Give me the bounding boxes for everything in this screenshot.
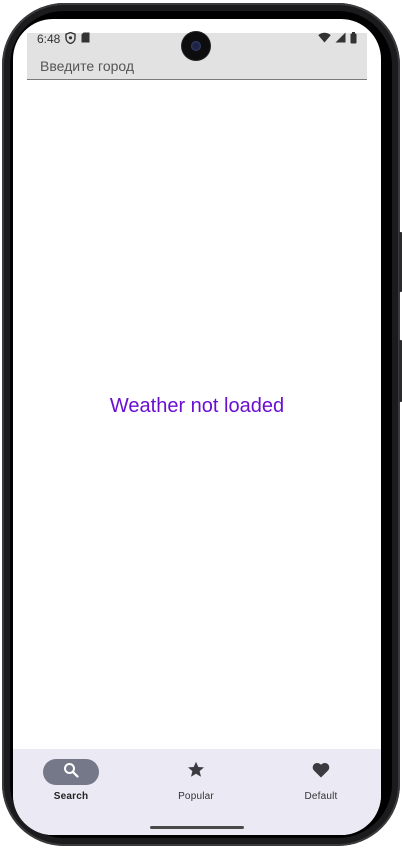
heart-icon — [312, 762, 330, 783]
nav-icon-container — [168, 759, 224, 785]
gesture-handle[interactable] — [150, 826, 244, 829]
app-screen: 6:48 Weather not l — [13, 19, 381, 835]
phone-device: 6:48 Weather not l — [0, 0, 402, 848]
nav-icon-container — [293, 759, 349, 785]
status-time: 6:48 — [37, 32, 61, 46]
nav-item-search[interactable]: Search — [26, 759, 116, 809]
battery-icon — [350, 31, 357, 47]
nav-active-indicator — [43, 759, 99, 785]
nav-label-default: Default — [304, 791, 338, 802]
bottom-navigation: Search Popular Default — [13, 749, 381, 835]
nav-label-search: Search — [53, 791, 89, 802]
weather-status-message: Weather not loaded — [109, 395, 285, 417]
nav-item-default[interactable]: Default — [276, 759, 366, 809]
sd-card-icon — [81, 32, 90, 46]
shield-icon — [65, 31, 77, 47]
front-camera — [182, 32, 210, 60]
wifi-icon — [318, 32, 331, 46]
star-icon — [187, 761, 205, 783]
status-right — [318, 31, 357, 47]
nav-label-popular: Popular — [178, 791, 214, 802]
status-left: 6:48 — [37, 31, 90, 47]
signal-icon — [335, 32, 346, 46]
nav-item-popular[interactable]: Popular — [151, 759, 241, 809]
search-icon — [63, 762, 79, 783]
